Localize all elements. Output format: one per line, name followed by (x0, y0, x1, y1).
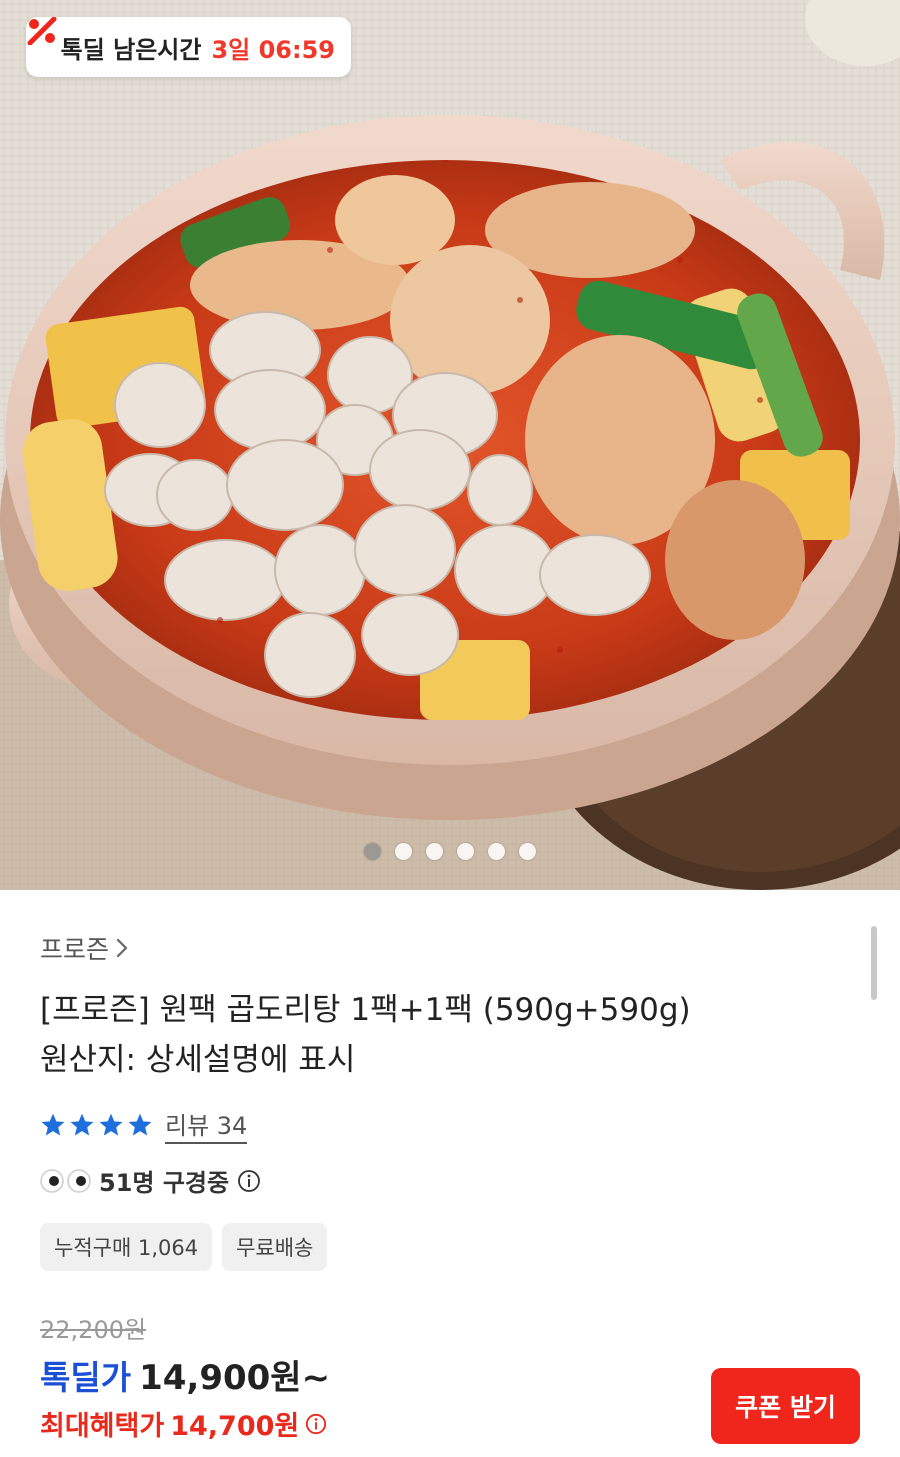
eye-icon (40, 1168, 64, 1193)
deal-price-label: 톡딜가 (40, 1358, 132, 1397)
viewers-count: 51명 구경중 (99, 1169, 230, 1197)
percent-icon (27, 17, 57, 62)
star-icon (128, 1113, 152, 1136)
tag-free-shipping: 무료배송 (222, 1223, 328, 1271)
product-photo (0, 0, 900, 890)
category-label: 프로즌 (40, 935, 110, 964)
eye-icon (67, 1168, 91, 1193)
carousel-dot[interactable] (395, 843, 412, 860)
star-icon (41, 1113, 65, 1136)
original-price: 22,200원 (40, 1316, 147, 1344)
carousel-dot[interactable] (488, 843, 505, 860)
max-benefit-row: 최대혜택가 14,700원 (40, 1404, 327, 1443)
review-link[interactable]: 리뷰 34 (165, 1106, 248, 1144)
max-benefit-label: 최대혜택가 (40, 1411, 165, 1442)
chevron-right-icon (116, 938, 128, 958)
max-benefit-price: 14,700원 (170, 1411, 300, 1442)
star-icon (70, 1113, 94, 1136)
timer-value: 3일 06:59 (211, 35, 335, 64)
deal-timer-badge: 톡딜 남은시간 3일 06:59 (26, 17, 351, 77)
deal-price-row: 톡딜가 14,900원~ (40, 1350, 330, 1399)
carousel-dot[interactable] (457, 843, 474, 860)
category-link[interactable]: 프로즌 (40, 930, 129, 966)
scrollbar[interactable] (871, 926, 877, 1000)
deal-price: 14,900원~ (139, 1358, 331, 1398)
carousel-dot[interactable] (519, 843, 536, 860)
info-icon[interactable] (305, 1413, 327, 1435)
info-icon[interactable] (237, 1169, 261, 1193)
star-rating (40, 1112, 153, 1138)
product-detail-page: 톡딜 남은시간 3일 06:59 프로즌 [프로즌] 원팩 곱도리탕 1팩+1팩… (0, 0, 900, 1457)
timer-label: 톡딜 남은시간 (60, 35, 202, 64)
product-image-carousel[interactable]: 톡딜 남은시간 3일 06:59 (0, 0, 900, 890)
carousel-indicator (0, 843, 900, 860)
product-origin: 원산지: 상세설명에 표시 (40, 1042, 356, 1078)
product-title: [프로즌] 원팩 곱도리탕 1팩+1팩 (590g+590g) 원산지: 상세설… (40, 985, 860, 1085)
carousel-dot[interactable] (426, 843, 443, 860)
product-tags: 누적구매 1,064 무료배송 (40, 1223, 328, 1271)
viewers-row: 51명 구경중 (40, 1163, 261, 1198)
carousel-dot[interactable] (364, 843, 381, 860)
product-title-line: [프로즌] 원팩 곱도리탕 1팩+1팩 (590g+590g) (40, 992, 691, 1028)
tag-cumulative-purchase: 누적구매 1,064 (40, 1223, 213, 1271)
eyes-icon (40, 1168, 91, 1193)
get-coupon-button[interactable]: 쿠폰 받기 (711, 1368, 860, 1444)
rating-row[interactable]: 리뷰 34 (40, 1106, 248, 1144)
star-icon (99, 1113, 123, 1136)
